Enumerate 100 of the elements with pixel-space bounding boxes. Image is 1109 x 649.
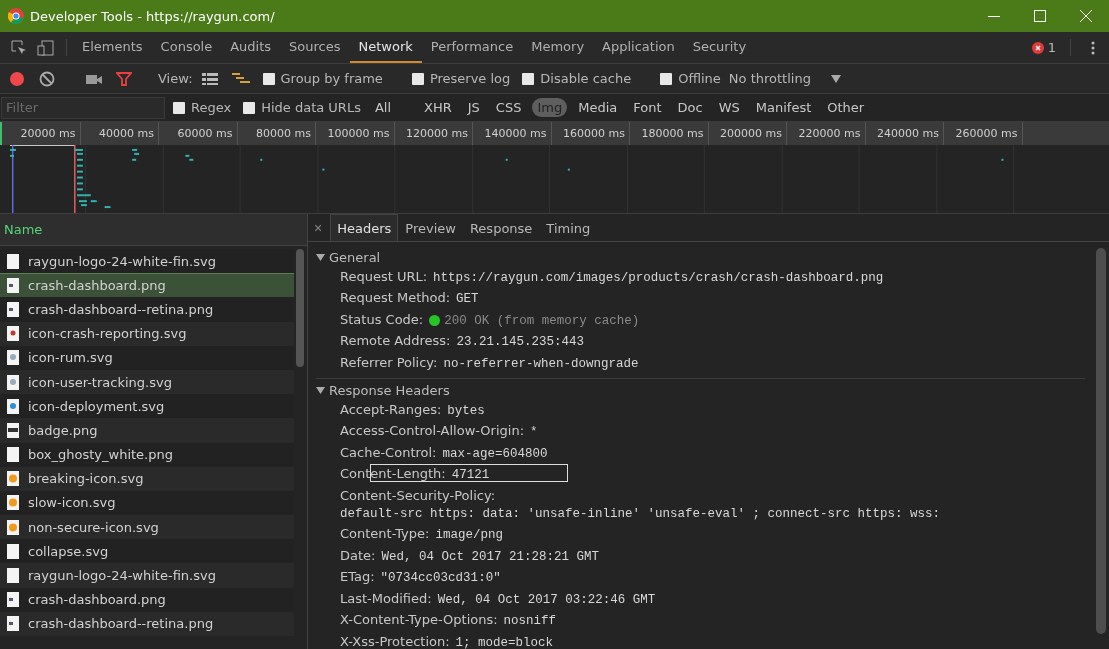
request-row[interactable]: badge.png <box>0 418 294 443</box>
filter-checkbox[interactable]: Hide data URLs <box>243 100 361 115</box>
header-value: image/png <box>435 527 503 545</box>
header-value: Wed, 04 Oct 2017 21:28:21 GMT <box>381 548 599 566</box>
header-name: X-Xss-Protection: <box>340 632 450 649</box>
header-value: max-age=604800 <box>442 445 548 463</box>
error-count: 1 <box>1047 40 1056 55</box>
file-icon <box>7 568 19 584</box>
file-icon <box>7 398 19 414</box>
header-name: Remote Address: <box>340 332 451 351</box>
request-row[interactable]: non-secure-icon.svg <box>0 515 294 540</box>
header-name: Date: <box>340 546 376 565</box>
header-name: Accept-Ranges: <box>340 401 442 420</box>
type-filter-button[interactable]: CSS <box>490 98 527 117</box>
request-row[interactable]: crash-dashboard.png <box>0 273 294 298</box>
file-icon <box>7 301 19 317</box>
file-icon <box>7 495 19 511</box>
header-value: 23.21.145.235:443 <box>456 334 584 352</box>
type-filter-button[interactable]: WS <box>713 98 745 117</box>
request-row[interactable]: icon-crash-reporting.svg <box>0 321 294 346</box>
filter-checkbox[interactable]: Regex <box>173 100 232 115</box>
header-name: ETag: <box>340 568 375 587</box>
header-value: default-src https: data: 'unsafe-inline' 'unsafe-eval' ; connect-src https: wss: <box>340 506 941 524</box>
option-checkbox[interactable]: Offline <box>660 71 721 86</box>
section-title[interactable]: Response Headers <box>329 383 450 399</box>
option-checkbox[interactable]: Group by frame <box>262 71 383 86</box>
header-name: X-Content-Type-Options: <box>340 611 498 630</box>
header-name: Referrer Policy: <box>340 353 438 372</box>
header-name: Request URL: <box>340 268 428 286</box>
file-icon <box>7 592 19 608</box>
status-dot-icon <box>429 315 441 326</box>
panel-tab[interactable]: Application <box>593 32 684 63</box>
option-checkbox[interactable]: Preserve log <box>411 71 511 86</box>
section-title[interactable]: General <box>329 250 381 265</box>
error-icon <box>1031 41 1044 54</box>
panel-tab[interactable]: Security <box>683 32 756 63</box>
header-value: bytes <box>447 403 485 421</box>
header-value: 47121 <box>451 467 490 485</box>
file-icon <box>7 278 19 294</box>
header-value: "0734cc03cd31:0" <box>380 570 501 588</box>
maximize-icon[interactable] <box>1034 10 1046 22</box>
panel-tab[interactable]: Performance <box>421 32 523 63</box>
request-row[interactable]: icon-user-tracking.svg <box>0 369 294 395</box>
header-value: 1; mode=block <box>455 634 554 649</box>
close-panel-button[interactable]: × <box>310 219 331 236</box>
caret-icon[interactable] <box>316 386 325 396</box>
header-value: 200 OK (from memory cache) <box>444 312 640 330</box>
type-filter-button[interactable]: XHR <box>419 98 457 117</box>
header-name: Cache-Control: <box>340 443 437 462</box>
caret-icon[interactable] <box>316 253 325 262</box>
detail-tab[interactable]: Headers <box>330 214 399 241</box>
header-name: Content-Type: <box>340 525 430 544</box>
window-title: Developer Tools - https://raygun.com/ <box>30 8 276 24</box>
file-icon <box>7 326 19 342</box>
header-name: Status Code: <box>340 310 424 329</box>
filter-field[interactable]: Filter <box>1 96 165 119</box>
view-label: View: <box>158 71 193 86</box>
panel-tab[interactable]: Audits <box>221 32 281 63</box>
panel-tab[interactable]: Memory <box>522 32 594 63</box>
file-icon <box>7 253 19 269</box>
type-filter-button[interactable]: Media <box>573 98 623 117</box>
request-row[interactable]: raygun-logo-24-white-fin.svg <box>0 563 294 588</box>
option-checkbox[interactable]: Disable cache <box>522 71 632 86</box>
request-row[interactable]: breaking-icon.svg <box>0 466 294 491</box>
type-filter-button[interactable]: Other <box>822 98 870 117</box>
detail-tab[interactable]: Preview <box>398 214 463 241</box>
header-value: nosniff <box>503 613 557 631</box>
type-filter-button[interactable]: Manifest <box>750 98 817 117</box>
scrollbar-thumb[interactable] <box>296 249 304 367</box>
type-filter-button[interactable]: JS <box>462 98 485 117</box>
type-filter-button[interactable]: Doc <box>672 98 708 117</box>
close-icon[interactable] <box>1080 10 1092 22</box>
file-icon <box>7 519 19 535</box>
file-icon <box>7 350 19 366</box>
request-row[interactable]: crash-dashboard--retina.png <box>0 611 294 636</box>
header-value: https://raygun.com/images/products/crash/crash-dashboard.png <box>433 270 884 287</box>
panel-tab[interactable]: Elements <box>73 32 152 63</box>
detail-tab[interactable]: Response <box>462 214 540 241</box>
header-value: no-referrer-when-downgrade <box>443 355 639 373</box>
header-name: Last-Modified: <box>340 589 432 608</box>
header-value: Wed, 04 Oct 2017 03:22:46 GMT <box>437 591 656 609</box>
header-name: Request Method: <box>340 289 451 308</box>
type-filter-button[interactable]: All <box>369 98 397 117</box>
header-value: * <box>530 424 538 442</box>
file-icon <box>7 447 19 463</box>
column-header[interactable]: Name <box>0 214 307 246</box>
throttling-dropdown[interactable]: No throttling <box>728 71 811 86</box>
detail-tab[interactable]: Timing <box>539 214 598 241</box>
file-icon <box>7 374 19 390</box>
header-value: GET <box>456 291 479 309</box>
file-icon <box>7 422 19 438</box>
file-icon <box>7 543 19 559</box>
panel-tab[interactable]: Console <box>151 32 222 63</box>
scrollbar-thumb[interactable] <box>1096 248 1106 634</box>
file-icon <box>7 471 19 487</box>
header-name: Access-Control-Allow-Origin: <box>340 422 525 441</box>
dropdown-caret-icon[interactable] <box>830 74 841 83</box>
header-name: Content-Security-Policy: <box>340 486 496 505</box>
panel-tab[interactable]: Sources <box>280 32 350 63</box>
type-filter-button[interactable]: Font <box>628 98 667 117</box>
